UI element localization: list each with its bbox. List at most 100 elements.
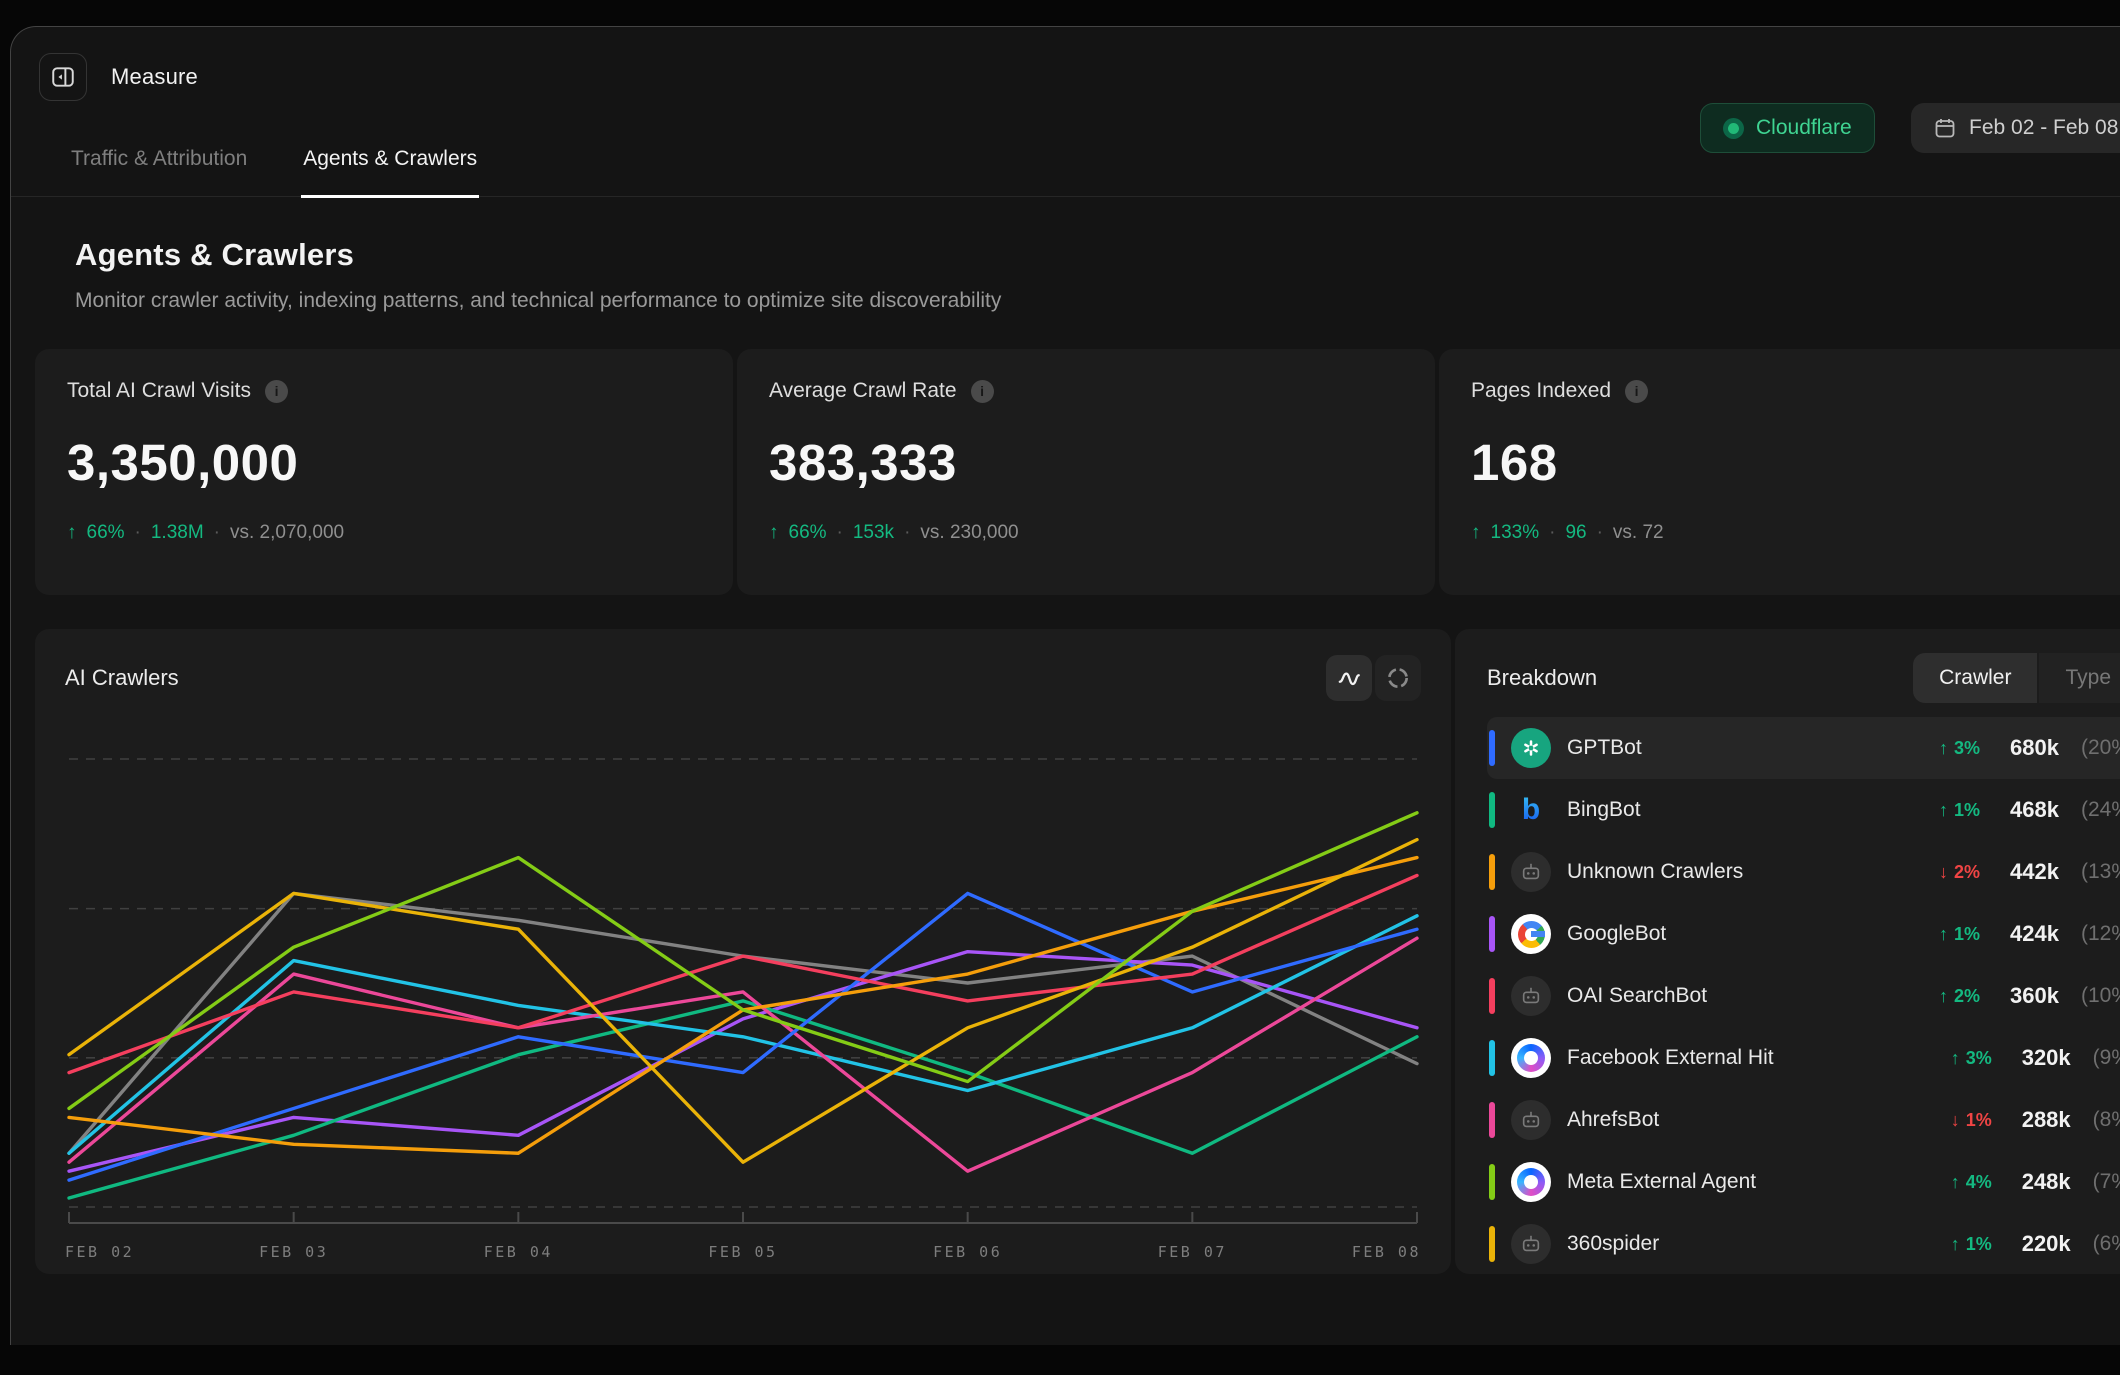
breakdown-row-bingbot[interactable]: b BingBot ↑1% 468k (24%) [1487, 779, 2120, 841]
trend-percent: 2% [1954, 862, 1980, 883]
trend-up-arrow-icon: ↑ [769, 522, 779, 544]
app-title: Measure [111, 64, 198, 90]
stat-delta-percent: 133% [1491, 522, 1540, 544]
trend-up-arrow-icon: ↑ [1951, 1048, 1960, 1069]
crawler-name: OAI SearchBot [1567, 984, 1923, 1008]
breakdown-row-gptbot[interactable]: GPTBot ↑3% 680k (20%) [1487, 717, 2120, 779]
series-color-bar [1489, 1102, 1495, 1138]
crawler-visits-value: 424k [2010, 921, 2059, 947]
breakdown-row-ahrefsbot[interactable]: AhrefsBot ↓1% 288k (8%) [1487, 1089, 2120, 1151]
crawler-visits-value: 248k [2022, 1169, 2071, 1195]
robot-icon [1511, 1100, 1551, 1140]
breakdown-toggle-crawler[interactable]: Crawler [1913, 653, 2037, 703]
breakdown-row-unknown-crawlers[interactable]: Unknown Crawlers ↓2% 442k (13%) [1487, 841, 2120, 903]
crawler-share: (9%) [2093, 1046, 2120, 1070]
dot-separator: · [837, 522, 843, 544]
breakdown-card: Breakdown Crawler Type GPTBot [1455, 629, 2120, 1274]
crawler-visits-value: 360k [2010, 983, 2059, 1009]
series-color-bar [1489, 916, 1495, 952]
crawler-activity-line-chart[interactable]: FEB 02FEB 03FEB 04FEB 05FEB 06FEB 07FEB … [65, 717, 1421, 1274]
trend-up-arrow-icon: ↑ [1951, 1234, 1960, 1255]
crawler-name: BingBot [1567, 798, 1923, 822]
stat-value: 3,350,000 [67, 433, 701, 492]
breakdown-toggle-type[interactable]: Type [2039, 653, 2120, 703]
sidebar-toggle-button[interactable] [39, 53, 87, 101]
breakdown-row-googlebot[interactable]: GoogleBot ↑1% 424k (12%) [1487, 903, 2120, 965]
stat-delta-percent: 66% [789, 522, 827, 544]
svg-text:FEB 06: FEB 06 [933, 1243, 1002, 1261]
crawler-name: Unknown Crawlers [1567, 860, 1923, 884]
breakdown-title: Breakdown [1487, 665, 1597, 691]
crawler-name: GPTBot [1567, 736, 1923, 760]
crawler-name: 360spider [1567, 1232, 1935, 1256]
tab-traffic-attribution[interactable]: Traffic & Attribution [69, 133, 249, 198]
tab-agents-crawlers[interactable]: Agents & Crawlers [301, 133, 479, 198]
trend-down-arrow-icon: ↓ [1951, 1110, 1960, 1131]
crawler-name: GoogleBot [1567, 922, 1923, 946]
bing-logo-icon: b [1511, 790, 1551, 830]
series-color-bar [1489, 1040, 1495, 1076]
trend-up-arrow-icon: ↑ [67, 522, 77, 544]
breakdown-row-oai-searchbot[interactable]: OAI SearchBot ↑2% 360k (10%) [1487, 965, 2120, 1027]
series-color-bar [1489, 854, 1495, 890]
bottom-section: AI Crawlers FEB 02FEB 03FEB 04FEB 05FEB … [35, 629, 2120, 1274]
donut-chart-icon [1385, 665, 1411, 691]
robot-icon [1511, 1224, 1551, 1264]
status-dot-icon [1723, 118, 1744, 139]
breakdown-row-meta-external-agent[interactable]: Meta External Agent ↑4% 248k (7%) [1487, 1151, 2120, 1213]
trend-up-arrow-icon: ↑ [1939, 800, 1948, 821]
info-icon[interactable]: i [265, 380, 288, 403]
dot-separator: · [214, 522, 220, 544]
google-logo-icon [1511, 914, 1551, 954]
dot-separator: · [135, 522, 141, 544]
stat-value: 383,333 [769, 433, 1403, 492]
cloudflare-badge-label: Cloudflare [1756, 116, 1852, 140]
trend-down-arrow-icon: ↓ [1939, 862, 1948, 883]
svg-text:FEB 07: FEB 07 [1158, 1243, 1227, 1261]
info-icon[interactable]: i [971, 380, 994, 403]
app-window: Measure Traffic & Attribution Agents & C… [10, 26, 2120, 1345]
crawler-share: (6%) [2093, 1232, 2120, 1256]
breakdown-list: GPTBot ↑3% 680k (20%) b BingBot ↑1% 468k… [1487, 717, 2120, 1274]
stat-card-pages-indexed: Pages Indexed i 168 ↑ 133% · 96 · vs. 72 [1439, 349, 2120, 595]
info-icon[interactable]: i [1625, 380, 1648, 403]
donut-chart-toggle-button[interactable] [1375, 655, 1421, 701]
breakdown-row-360spider[interactable]: 360spider ↑1% 220k (6%) [1487, 1213, 2120, 1274]
breakdown-row-facebook-external-hit[interactable]: Facebook External Hit ↑3% 320k (9%) [1487, 1027, 2120, 1089]
dot-separator: · [904, 522, 910, 544]
svg-text:FEB 04: FEB 04 [484, 1243, 553, 1261]
trend-percent: 1% [1954, 924, 1980, 945]
date-range-picker[interactable]: Feb 02 - Feb 08 [1911, 103, 2120, 153]
trend-up-arrow-icon: ↑ [1939, 924, 1948, 945]
meta-ring-icon [1511, 1162, 1551, 1202]
trend-percent: 2% [1954, 986, 1980, 1007]
series-color-bar [1489, 730, 1495, 766]
line-chart-toggle-button[interactable] [1326, 655, 1372, 701]
date-range-label: Feb 02 - Feb 08 [1969, 116, 2118, 140]
trend-up-arrow-icon: ↑ [1939, 738, 1948, 759]
stat-delta-absolute: 1.38M [151, 522, 204, 544]
panel-left-icon [50, 64, 76, 90]
dot-separator: · [1597, 522, 1603, 544]
robot-icon [1511, 852, 1551, 892]
crawler-visits-value: 288k [2022, 1107, 2071, 1133]
stat-delta-absolute: 153k [853, 522, 894, 544]
crawler-name: Facebook External Hit [1567, 1046, 1935, 1070]
calendar-icon [1933, 116, 1957, 140]
stat-comparison: vs. 230,000 [920, 522, 1018, 544]
series-color-bar [1489, 1164, 1495, 1200]
stat-label: Total AI Crawl Visits [67, 379, 251, 403]
trend-percent: 1% [1966, 1110, 1992, 1131]
page-subtitle: Monitor crawler activity, indexing patte… [75, 289, 2120, 313]
openai-logo-icon [1511, 728, 1551, 768]
crawler-share: (24%) [2081, 798, 2120, 822]
crawler-share: (13%) [2081, 860, 2120, 884]
trend-percent: 4% [1966, 1172, 1992, 1193]
page-heading: Agents & Crawlers Monitor crawler activi… [11, 197, 2120, 313]
stat-card-average-crawl-rate: Average Crawl Rate i 383,333 ↑ 66% · 153… [737, 349, 1435, 595]
robot-icon [1511, 976, 1551, 1016]
cloudflare-source-badge[interactable]: Cloudflare [1700, 103, 1875, 153]
crawler-name: Meta External Agent [1567, 1170, 1935, 1194]
chart-title: AI Crawlers [65, 665, 179, 691]
stat-delta-absolute: 96 [1565, 522, 1586, 544]
